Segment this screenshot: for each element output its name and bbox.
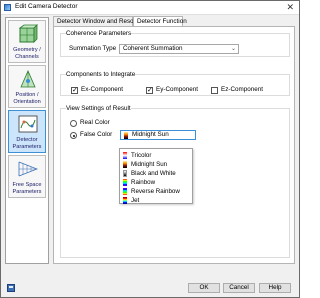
sidebar-item-detector[interactable]: Detector Parameters [8,110,46,153]
real-color-label: Real Color [80,119,110,126]
ex-component-checkbox[interactable]: ✓ [71,87,78,94]
colormap-swatch [124,131,128,139]
button-bar: OK Cancel Help [1,269,299,297]
colormap-option[interactable]: Midnight Sun [120,160,192,169]
tab-detector-window[interactable]: Detector Window and Resolution [53,16,149,26]
sidebar-item-free-space[interactable]: Free Space Parameters [8,155,46,198]
colormap-option[interactable]: Black and White [120,169,192,178]
coherence-group: Coherence Parameters Summation Type Cohe… [60,30,290,57]
colormap-option[interactable]: Tricolor [120,151,192,160]
sidebar-item-label: Position / Orientation [13,92,41,105]
tab-panel: Coherence Parameters Summation Type Cohe… [53,26,295,264]
summation-type-select[interactable]: Coherent Summation ⌄ [119,44,239,54]
sidebar-item-label: Geometry / Channels [13,47,41,60]
ez-component-checkbox[interactable] [211,87,218,94]
colormap-option[interactable]: Jet [120,196,192,205]
sidebar-item-label: Detector Parameters [12,137,42,150]
cancel-button[interactable]: Cancel [223,283,255,293]
dialog-window: Edit Camera Detector ✕ Geometry / Channe… [0,0,300,298]
help-button[interactable]: Help [259,283,291,293]
midnight-sun-swatch [123,161,127,168]
colormap-select[interactable]: Midnight Sun [120,130,196,140]
detector-parameters-icon [18,115,38,133]
sidebar-item-geometry[interactable]: Geometry / Channels [8,20,46,63]
title-bar: Edit Camera Detector ✕ [1,1,299,15]
components-group: Components to Integrate ✓ Ex-Component ✓… [60,71,290,96]
group-title: View Settings of Result [66,105,131,112]
ez-component-label: Ez-Component [221,86,263,93]
chevron-down-icon: ⌄ [230,46,236,52]
window-title: Edit Camera Detector [15,3,78,10]
reverse-rainbow-swatch [123,188,127,195]
app-icon [4,4,11,11]
free-space-icon [18,161,38,177]
colormap-value: Midnight Sun [132,131,169,138]
false-color-label: False Color [80,131,113,138]
close-icon[interactable]: ✕ [286,2,294,13]
colormap-option[interactable]: Rainbow [120,178,192,187]
false-color-radio[interactable] [70,132,77,139]
sidebar-item-label: Free Space Parameters [12,182,42,195]
summation-type-value: Coherent Summation [123,45,183,52]
jet-swatch [123,197,127,204]
ok-button[interactable]: OK [188,283,220,293]
position-orientation-icon [20,70,36,88]
colormap-option[interactable]: Reverse Rainbow [120,187,192,196]
ey-component-checkbox[interactable]: ✓ [146,87,153,94]
summation-type-label: Summation Type [69,45,117,52]
colormap-dropdown: Tricolor Midnight Sun Black and White Ra… [119,148,193,204]
ex-component-label: Ex-Component [81,86,123,93]
real-color-radio[interactable] [70,120,77,127]
group-title: Components to Integrate [66,71,136,78]
sidebar: Geometry / Channels Position / Orientati… [5,17,49,264]
tricolor-swatch [123,152,127,159]
sidebar-item-position[interactable]: Position / Orientation [8,65,46,108]
rainbow-swatch [123,179,127,186]
black-white-swatch [123,170,127,177]
ey-component-label: Ey-Component [156,86,198,93]
group-title: Coherence Parameters [66,30,132,37]
geometry-channels-icon [18,24,38,43]
